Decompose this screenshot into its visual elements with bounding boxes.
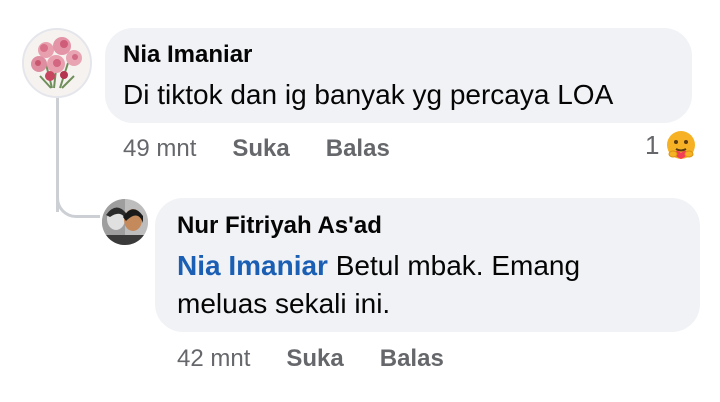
comment-text: Di tiktok dan ig banyak yg percaya LOA [123, 79, 614, 110]
reply-actions: 42 mnt Suka Balas [177, 344, 480, 374]
reaction-summary[interactable]: 1 [645, 128, 699, 162]
reply-like-button[interactable]: Suka [286, 344, 343, 374]
like-button[interactable]: Suka [232, 134, 289, 164]
reply-bubble: Nur Fitriyah As'ad Nia Imaniar Betul mba… [155, 198, 700, 332]
comment-author-avatar[interactable] [22, 28, 92, 98]
reply-author-name[interactable]: Nur Fitriyah As'ad [177, 211, 678, 241]
thread-connector-curve [56, 170, 100, 218]
comment-author-name[interactable]: Nia Imaniar [123, 40, 674, 70]
reply-mention-link[interactable]: Nia Imaniar [177, 250, 328, 281]
comment-bubble: Nia Imaniar Di tiktok dan ig banyak yg p… [105, 28, 692, 123]
reply-text: Nia Imaniar Betul mbak. Emang meluas seka… [177, 247, 678, 323]
comment-timestamp[interactable]: 49 mnt [123, 134, 196, 164]
two-people-avatar-icon [102, 199, 148, 245]
reply-timestamp[interactable]: 42 mnt [177, 344, 250, 374]
reaction-count: 1 [645, 129, 660, 160]
carnation-flowers-icon [24, 30, 90, 96]
reply-text-line1: Betul mbak. Emang [327, 250, 581, 281]
care-emoji-icon [664, 128, 699, 162]
reply-author-avatar[interactable] [102, 199, 148, 245]
reply-reply-button[interactable]: Balas [380, 344, 444, 374]
reply-text-line2: meluas sekali ini. [177, 288, 391, 319]
comment-actions: 49 mnt Suka Balas [123, 134, 426, 164]
reply-button[interactable]: Balas [326, 134, 390, 164]
